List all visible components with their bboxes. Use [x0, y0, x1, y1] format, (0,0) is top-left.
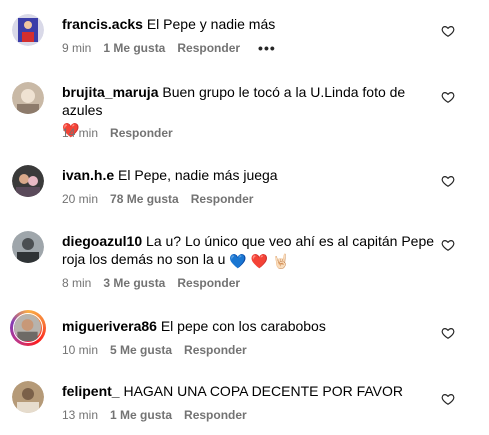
avatar: [13, 313, 43, 343]
comment-text: HAGAN UNA COPA DECENTE POR FAVOR: [123, 383, 404, 399]
red-heart-emoji: ❤️: [250, 253, 269, 269]
blue-heart-emoji: 💙: [229, 253, 247, 269]
comment-text: El Pepe, nadie más juega: [118, 167, 278, 183]
comment-time[interactable]: 8 min: [62, 276, 91, 290]
comment-text: El pepe con los carabobos: [160, 318, 326, 334]
comment-time[interactable]: 14 min: [62, 126, 98, 140]
comment-likes[interactable]: 1 Me gusta: [103, 41, 165, 55]
comment-time[interactable]: 13 min: [62, 408, 98, 422]
comment-text: El Pepe y nadie más: [146, 16, 276, 32]
reply-button[interactable]: Responder: [177, 41, 240, 55]
comment-username[interactable]: brujita_maruja: [62, 84, 158, 100]
comment-likes[interactable]: 3 Me gusta: [103, 276, 165, 290]
heart-outline-icon[interactable]: [441, 174, 455, 188]
comment-username[interactable]: miguerivera86: [62, 318, 157, 334]
reply-button[interactable]: Responder: [184, 343, 247, 357]
heart-outline-icon[interactable]: [441, 238, 455, 252]
heart-outline-icon[interactable]: [441, 90, 455, 104]
comment-likes[interactable]: 1 Me gusta: [110, 408, 172, 422]
heart-outline-icon[interactable]: [441, 326, 455, 340]
comments-list: francis.acks El Pepe y nadie más 9 min 1…: [0, 0, 489, 435]
avatar[interactable]: [12, 165, 44, 197]
comment-likes[interactable]: 5 Me gusta: [110, 343, 172, 357]
comment-username[interactable]: diegoazul10: [62, 233, 142, 249]
avatar-story-ring[interactable]: [10, 310, 46, 346]
more-options-icon[interactable]: •••: [258, 40, 276, 56]
comment-username[interactable]: felipent_: [62, 383, 120, 399]
avatar[interactable]: [12, 231, 44, 263]
reply-button[interactable]: Responder: [110, 126, 173, 140]
reply-button[interactable]: Responder: [184, 408, 247, 422]
rock-hand-emoji: 🤘🏻: [271, 253, 290, 269]
comment-time[interactable]: 9 min: [62, 41, 91, 55]
reply-button[interactable]: Responder: [191, 192, 254, 206]
avatar[interactable]: [12, 14, 44, 46]
comment-likes[interactable]: 78 Me gusta: [110, 192, 179, 206]
reply-button[interactable]: Responder: [177, 276, 240, 290]
heart-outline-icon[interactable]: [441, 392, 455, 406]
avatar[interactable]: [12, 82, 44, 114]
comment-time[interactable]: 10 min: [62, 343, 98, 357]
comment-username[interactable]: ivan.h.e: [62, 167, 114, 183]
comment-username[interactable]: francis.acks: [62, 16, 143, 32]
comment-time[interactable]: 20 min: [62, 192, 98, 206]
avatar[interactable]: [12, 381, 44, 413]
heart-outline-icon[interactable]: [441, 24, 455, 38]
